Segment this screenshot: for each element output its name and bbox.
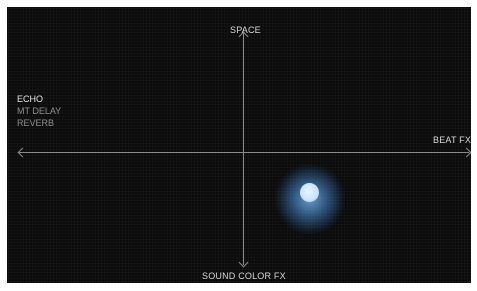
fx-item-reverb[interactable]: REVERB: [17, 117, 61, 129]
fx-list: ECHO MT DELAY REVERB: [17, 93, 61, 129]
vertical-axis: [243, 33, 244, 265]
horizontal-axis: [19, 152, 469, 153]
xy-touch-pad[interactable]: SPACE SOUND COLOR FX BEAT FX ECHO MT DEL…: [7, 7, 471, 283]
fx-item-echo[interactable]: ECHO: [17, 93, 61, 105]
arrow-right-icon: [461, 147, 471, 158]
touch-point-indicator[interactable]: [300, 183, 319, 202]
arrow-left-icon: [17, 147, 28, 158]
space-axis-label: SPACE: [230, 25, 261, 35]
fx-item-mt-delay[interactable]: MT DELAY: [17, 105, 61, 117]
arrow-down-icon: [238, 257, 249, 268]
beat-fx-axis-label: BEAT FX: [433, 135, 471, 145]
sound-color-fx-axis-label: SOUND COLOR FX: [202, 271, 286, 281]
